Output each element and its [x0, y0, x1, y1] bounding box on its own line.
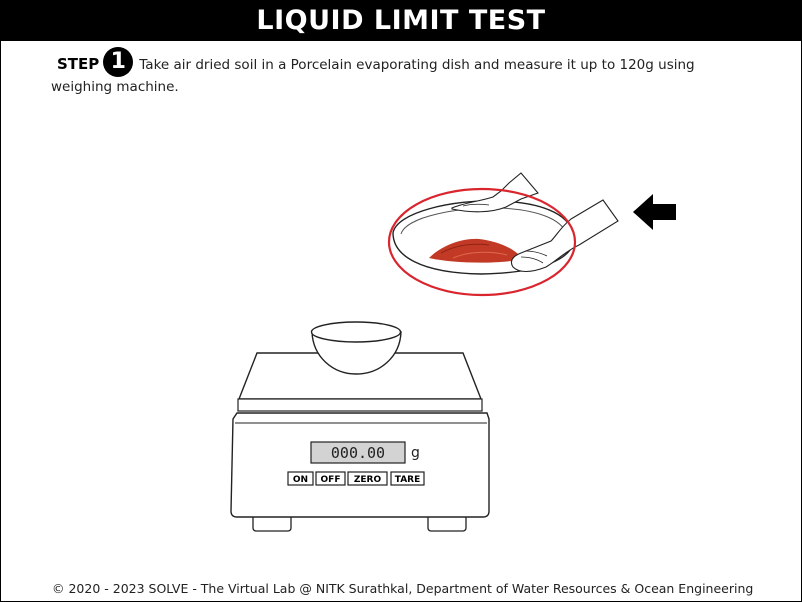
zero-button-label: ZERO — [354, 475, 382, 485]
zero-button[interactable]: ZERO — [347, 471, 388, 486]
scale-reading: 000.00 — [331, 444, 385, 462]
evaporating-dish-with-soil[interactable] — [387, 172, 619, 297]
footer-copyright: © 2020 - 2023 SOLVE - The Virtual Lab @ … — [52, 581, 754, 596]
weighing-machine: 000.00 g ON OFF ZERO TARE — [230, 321, 490, 532]
on-button[interactable]: ON — [287, 471, 314, 486]
on-button-label: ON — [293, 475, 308, 485]
scale-unit: g — [411, 445, 420, 461]
arrow-left-icon — [633, 194, 676, 230]
off-button-label: OFF — [321, 475, 341, 485]
tare-button-label: TARE — [395, 475, 420, 485]
tare-button[interactable]: TARE — [390, 471, 425, 486]
lab-scene: 000.00 g ON OFF ZERO TARE — [230, 172, 676, 532]
page-frame: LIQUID LIMIT TEST STEP 1 Take air dried so… — [0, 0, 802, 602]
off-button[interactable]: OFF — [315, 471, 346, 486]
